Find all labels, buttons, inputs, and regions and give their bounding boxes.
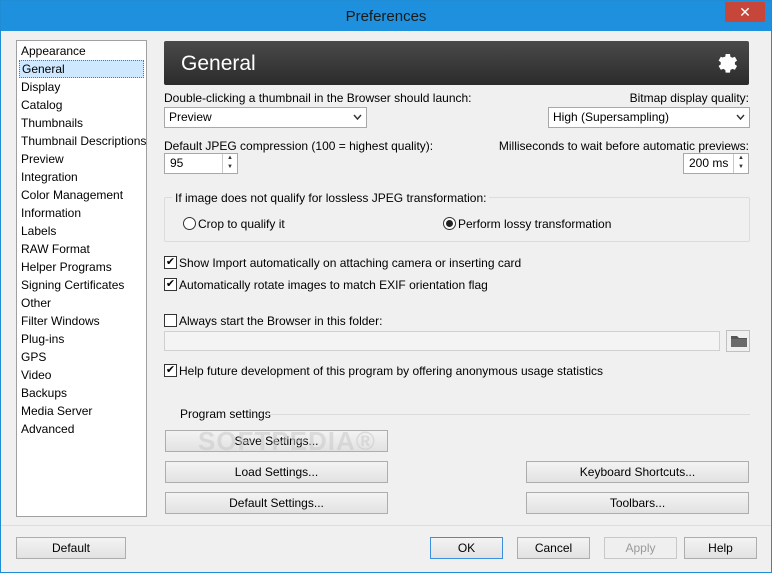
toolbars-button[interactable]: Toolbars... [526,492,749,514]
crop-radio-label[interactable]: Crop to qualify it [198,217,285,231]
lossy-radio[interactable] [443,217,456,230]
sidebar-item-general[interactable]: General [19,60,144,78]
spin-down-icon[interactable]: ▼ [223,163,237,172]
sidebar-item-signing-certificates[interactable]: Signing Certificates [19,276,144,294]
sidebar-item-appearance[interactable]: Appearance [19,42,144,60]
sidebar-item-color-management[interactable]: Color Management [19,186,144,204]
chevron-down-icon [353,114,362,121]
double-click-label: Double-clicking a thumbnail in the Brows… [164,91,472,105]
help-button[interactable]: Help [684,537,757,559]
panel-title: General [181,52,256,75]
help-dev-checkbox[interactable]: ✔ [164,364,177,377]
spin-down-icon[interactable]: ▼ [734,163,748,172]
spinner-buttons[interactable]: ▲ ▼ [222,154,237,173]
sidebar-item-preview[interactable]: Preview [19,150,144,168]
preview-wait-label: Milliseconds to wait before automatic pr… [498,139,749,153]
sidebar-item-raw-format[interactable]: RAW Format [19,240,144,258]
preferences-window: Preferences ✕ Appearance General Display Ca… [0,0,772,573]
folder-icon [731,336,747,347]
window-title: Preferences [345,8,427,25]
jpeg-compression-spinner[interactable]: 95 ▲ ▼ [164,153,238,174]
default-settings-button[interactable]: Default Settings... [165,492,388,514]
sidebar-item-media-server[interactable]: Media Server [19,402,144,420]
jpeg-compression-value: 95 [170,156,184,170]
sidebar-item-thumbnails[interactable]: Thumbnails [19,114,144,132]
sidebar-item-video[interactable]: Video [19,366,144,384]
auto-rotate-checkbox[interactable]: ✔ [164,278,177,291]
preview-wait-spinner[interactable]: 200 ms ▲ ▼ [683,153,749,174]
show-import-checkbox[interactable]: ✔ [164,256,177,269]
spinner-buttons[interactable]: ▲ ▼ [733,154,748,173]
sidebar-item-advanced[interactable]: Advanced [19,420,144,438]
bitmap-quality-value: High (Supersampling) [553,110,670,124]
panel-header: General [164,41,749,85]
sidebar-item-information[interactable]: Information [19,204,144,222]
default-button[interactable]: Default [16,537,126,559]
program-settings-label: Program settings [180,407,271,421]
double-click-value: Preview [169,110,212,124]
sidebar-item-plug-ins[interactable]: Plug-ins [19,330,144,348]
apply-button[interactable]: Apply [604,537,677,559]
browse-folder-button[interactable] [726,330,750,352]
chevron-down-icon [736,114,745,121]
sidebar-item-integration[interactable]: Integration [19,168,144,186]
title-bar[interactable]: Preferences ✕ [1,1,771,31]
jpeg-compression-label: Default JPEG compression (100 = highest … [164,139,434,153]
double-click-select[interactable]: Preview [164,107,367,128]
dialog-footer: Default OK Cancel Apply Help [1,525,771,573]
preview-wait-value: 200 ms [689,156,729,170]
ok-button[interactable]: OK [430,537,503,559]
help-dev-label[interactable]: Help future development of this program … [179,364,603,378]
load-settings-button[interactable]: Load Settings... [165,461,388,483]
always-start-checkbox[interactable] [164,314,177,327]
gear-icon [718,53,738,73]
keyboard-shortcuts-button[interactable]: Keyboard Shortcuts... [526,461,749,483]
sidebar-item-thumbnail-descriptions[interactable]: Thumbnail Descriptions [19,132,146,150]
auto-rotate-label[interactable]: Automatically rotate images to match EXI… [179,278,488,292]
sidebar-item-display[interactable]: Display [19,78,144,96]
program-settings-divider [267,414,750,415]
sidebar-item-filter-windows[interactable]: Filter Windows [19,312,144,330]
bitmap-quality-label: Bitmap display quality: [629,91,749,105]
crop-radio[interactable] [183,217,196,230]
always-start-label[interactable]: Always start the Browser in this folder: [179,314,382,328]
sidebar-item-helper-programs[interactable]: Helper Programs [19,258,144,276]
category-list[interactable]: Appearance General Display Catalog Thumbnail… [16,40,147,517]
spin-up-icon[interactable]: ▲ [734,154,748,163]
sidebar-item-labels[interactable]: Labels [19,222,144,240]
spin-up-icon[interactable]: ▲ [223,154,237,163]
folder-path-input[interactable] [164,331,720,351]
sidebar-item-backups[interactable]: Backups [19,384,144,402]
close-button[interactable]: ✕ [725,2,765,22]
lossy-radio-label[interactable]: Perform lossy transformation [458,217,611,231]
softpedia-watermark: SOFTPEDIA® [198,426,376,456]
sidebar-item-other[interactable]: Other [19,294,144,312]
lossless-group-label: If image does not qualify for lossless J… [172,191,490,205]
show-import-label[interactable]: Show Import automatically on attaching c… [179,256,521,270]
sidebar-item-catalog[interactable]: Catalog [19,96,144,114]
cancel-button[interactable]: Cancel [517,537,590,559]
sidebar-item-gps[interactable]: GPS [19,348,144,366]
bitmap-quality-select[interactable]: High (Supersampling) [548,107,750,128]
